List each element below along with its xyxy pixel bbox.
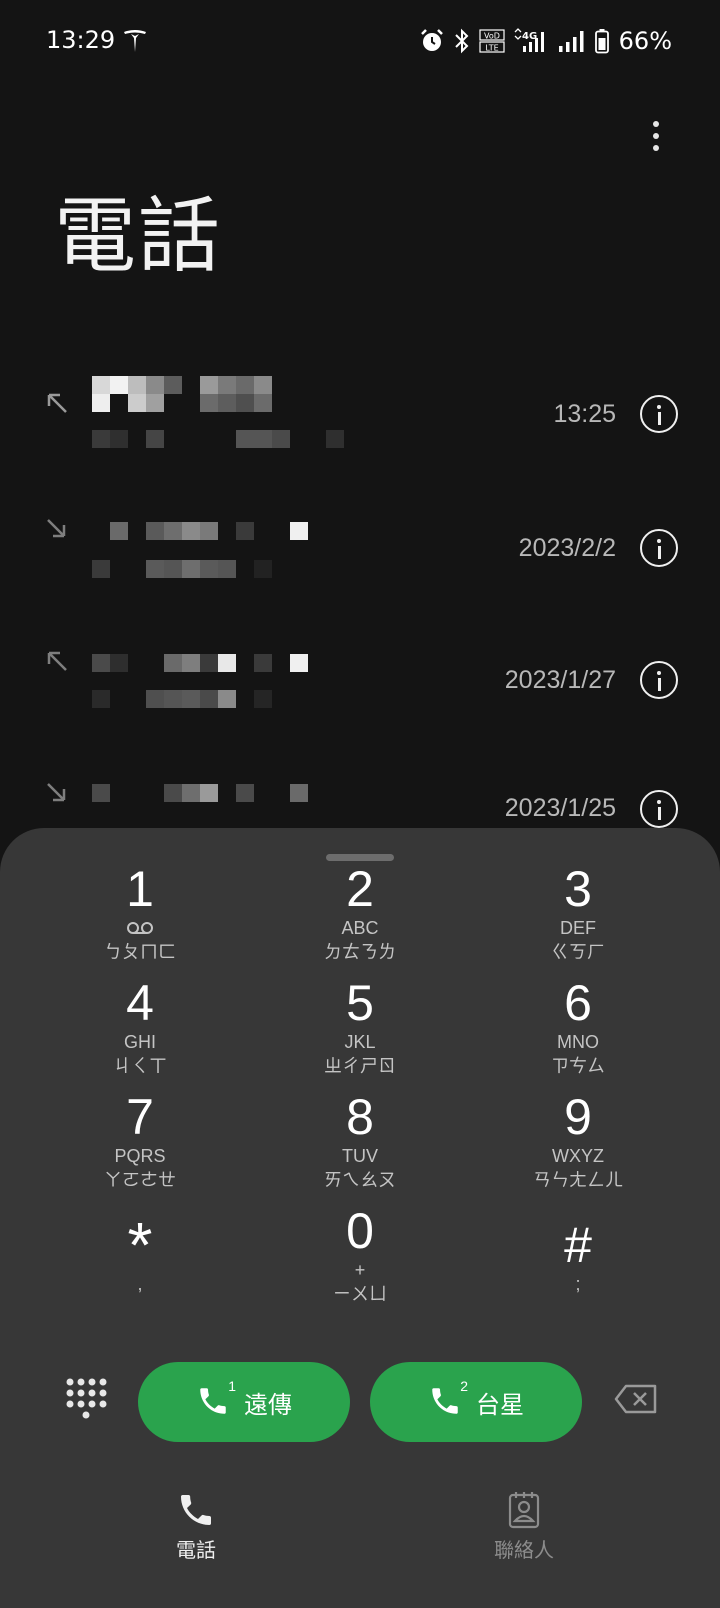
call-log-list[interactable]: 13:25 2023/2/2 2023/1/27 2023/1/25 — [0, 360, 720, 830]
dial-key-1[interactable]: 1 ㄅㄆㄇㄈ — [40, 862, 240, 974]
sheet-drag-handle[interactable] — [326, 854, 394, 861]
info-icon[interactable] — [640, 395, 678, 433]
redacted-contact-name — [92, 376, 272, 394]
dial-key-7[interactable]: 7 PQRS ㄚㄛㄜㄝ — [40, 1090, 240, 1202]
tab-phone[interactable]: 電話 — [96, 1490, 296, 1563]
status-icons: VoD LTE 4G 66% — [419, 24, 672, 58]
dial-key-4[interactable]: 4 GHI ㄐㄑㄒ — [40, 976, 240, 1088]
bottom-navigation: 電話 聯絡人 — [0, 1490, 720, 1608]
call-log-item[interactable]: 2023/2/2 — [0, 494, 720, 614]
redacted-contact-name — [92, 784, 308, 802]
dial-key-star[interactable]: * , — [40, 1213, 240, 1330]
call-time: 2023/1/27 — [504, 666, 616, 694]
signal-icon — [558, 31, 584, 52]
call-time: 2023/1/25 — [504, 794, 616, 822]
battery-percent: 66% — [618, 27, 672, 55]
dialpad-toggle-icon[interactable] — [64, 1376, 108, 1420]
status-time: 13:29 — [46, 26, 116, 54]
call-log-item[interactable]: 13:25 — [0, 360, 720, 480]
svg-text:LTE: LTE — [485, 44, 498, 53]
info-icon[interactable] — [640, 529, 678, 567]
status-bar: 13:29 VoD LTE 4G 66% — [0, 0, 720, 84]
incoming-call-icon — [47, 519, 66, 538]
more-options-button[interactable] — [636, 116, 676, 156]
info-icon[interactable] — [640, 661, 678, 699]
alarm-icon — [420, 29, 443, 51]
dial-key-0[interactable]: 0 + ㄧㄨㄩ — [260, 1204, 460, 1316]
redacted-contact-name — [92, 522, 308, 540]
bluetooth-icon — [454, 28, 469, 54]
contacts-icon — [508, 1492, 540, 1529]
svg-text:VoD: VoD — [484, 32, 500, 41]
call-sim1-button[interactable]: 1 遠傳 — [138, 1362, 350, 1442]
dial-key-6[interactable]: 6 MNO ㄗㄘㄙ — [478, 976, 678, 1088]
incoming-call-icon — [47, 783, 66, 802]
outgoing-call-icon — [47, 393, 67, 413]
outgoing-call-icon — [47, 651, 67, 671]
tab-contacts[interactable]: 聯絡人 — [424, 1490, 624, 1563]
phone-icon: 1 — [196, 1378, 236, 1420]
redacted-contact-detail — [92, 430, 344, 448]
call-sim2-button[interactable]: 2 台星 — [370, 1362, 582, 1442]
redacted-contact-detail — [92, 560, 272, 578]
page-title: 電話 — [54, 189, 223, 284]
call-time: 2023/2/2 — [518, 534, 616, 562]
call-time: 13:25 — [553, 400, 616, 428]
dial-key-5[interactable]: 5 JKL ㄓㄔㄕㄖ — [260, 976, 460, 1088]
dial-key-3[interactable]: 3 DEF ㄍㄎㄏ — [478, 862, 678, 974]
voicemail-icon — [126, 916, 154, 940]
info-icon[interactable] — [640, 790, 678, 828]
call-log-item[interactable]: 2023/1/27 — [0, 626, 720, 746]
redacted-contact-detail — [92, 690, 272, 708]
4g-signal-icon: 4G — [514, 28, 544, 52]
backspace-icon[interactable] — [614, 1384, 658, 1414]
svg-text:4G: 4G — [522, 31, 537, 42]
battery-icon — [594, 29, 609, 54]
dial-key-9[interactable]: 9 WXYZ ㄢㄣㄤㄥㄦ — [478, 1090, 678, 1202]
tesla-icon — [124, 30, 146, 52]
phone-icon: 2 — [428, 1378, 468, 1420]
dial-key-8[interactable]: 8 TUV ㄞㄟㄠㄡ — [260, 1090, 460, 1202]
dial-key-2[interactable]: 2 ABC ㄉㄊㄋㄌ — [260, 862, 460, 974]
dial-key-hash[interactable]: # ; — [478, 1218, 678, 1330]
more-vert-icon — [653, 121, 659, 127]
phone-icon — [181, 1495, 211, 1525]
redacted-contact-name — [92, 654, 308, 672]
call-log-item[interactable]: 2023/1/25 — [0, 758, 720, 830]
volte-icon: VoD LTE — [479, 29, 505, 53]
